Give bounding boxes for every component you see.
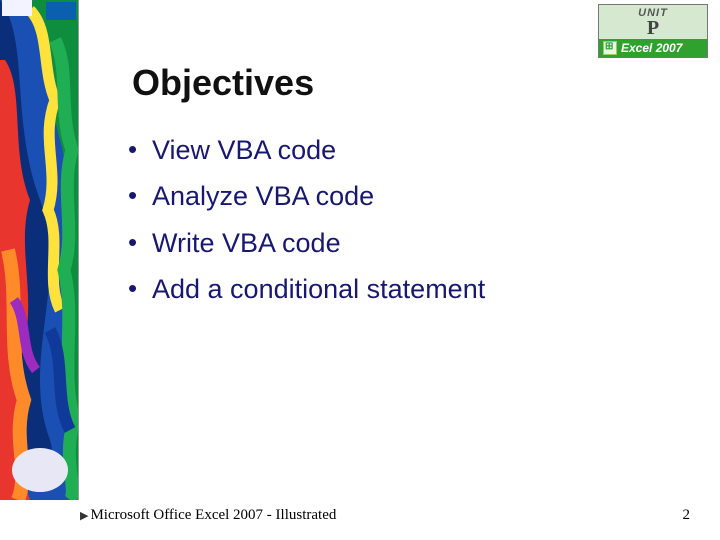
excel-icon [603, 41, 617, 55]
page-number: 2 [683, 507, 691, 524]
vertical-divider [78, 0, 79, 500]
footer: ▶ Microsoft Office Excel 2007 - Illustra… [80, 507, 336, 524]
unit-badge-top: UNIT P [599, 5, 707, 39]
list-item: Analyze VBA code [128, 178, 485, 214]
abstract-painting [0, 0, 78, 500]
footer-text: Microsoft Office Excel 2007 - Illustrate… [90, 507, 336, 524]
objectives-list: View VBA code Analyze VBA code Write VBA… [128, 132, 485, 318]
unit-badge: UNIT P Excel 2007 [598, 4, 708, 58]
list-item: Write VBA code [128, 225, 485, 261]
bullet-text: Analyze VBA code [152, 181, 374, 211]
triangle-icon: ▶ [80, 509, 88, 522]
unit-letter: P [599, 18, 707, 38]
unit-badge-bottom: Excel 2007 [599, 39, 707, 57]
bullet-text: Write VBA code [152, 228, 341, 258]
slide: UNIT P Excel 2007 Objectives View VBA co… [0, 0, 720, 540]
product-name: Excel 2007 [621, 41, 682, 55]
slide-title: Objectives [132, 62, 314, 104]
bullet-text: Add a conditional statement [152, 274, 485, 304]
decorative-art-strip [0, 0, 78, 500]
list-item: View VBA code [128, 132, 485, 168]
bullet-text: View VBA code [152, 135, 336, 165]
list-item: Add a conditional statement [128, 271, 485, 307]
